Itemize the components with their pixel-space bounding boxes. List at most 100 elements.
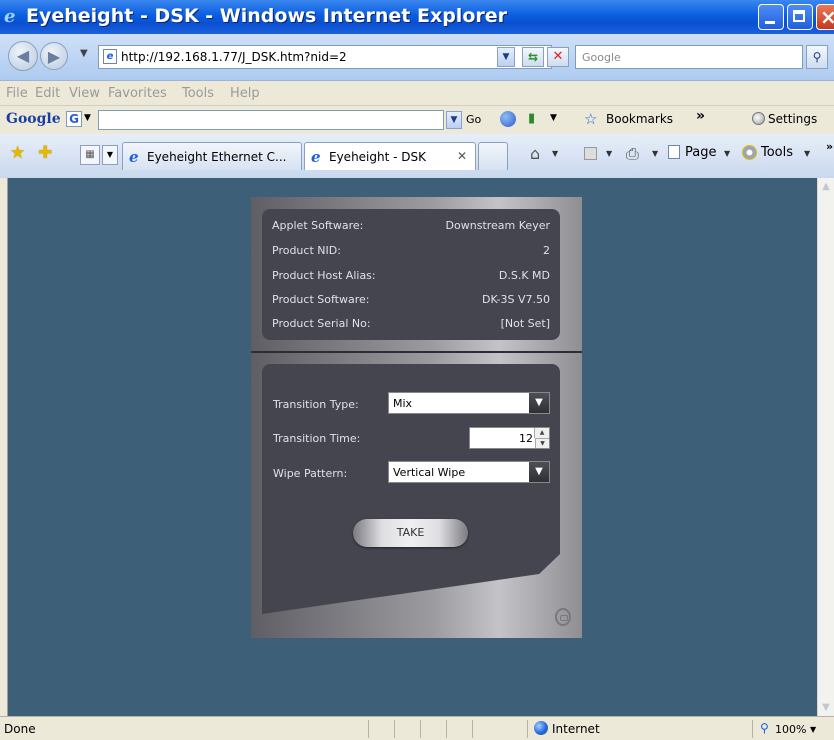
window-title: Eyeheight - DSK - Windows Internet Explo…	[26, 5, 507, 27]
security-zone: Internet	[552, 722, 600, 736]
search-button[interactable]: ⚲	[806, 45, 828, 69]
wipe-pattern-value: Vertical Wipe	[393, 466, 466, 479]
search-input[interactable]: Google	[575, 45, 803, 69]
home-dropdown-icon[interactable]: ▼	[552, 149, 558, 158]
menu-favorites[interactable]: Favorites	[108, 86, 167, 101]
panel-divider	[251, 351, 582, 353]
bookmarks-star-icon: ☆	[584, 110, 598, 128]
zoom-level[interactable]: 100%	[775, 723, 806, 736]
google-search-input[interactable]	[98, 110, 444, 130]
stop-button[interactable]: ✕	[547, 47, 569, 67]
home-icon[interactable]: ⌂	[530, 144, 540, 163]
tab-label: Eyeheight Ethernet C...	[147, 150, 287, 164]
close-tab-icon[interactable]: ✕	[457, 149, 467, 163]
status-separator	[394, 720, 395, 738]
info-label: Product NID:	[272, 244, 341, 257]
tab-label: Eyeheight - DSK	[329, 150, 427, 164]
google-search-dropdown[interactable]: ▼	[446, 111, 462, 129]
info-label: Product Software:	[272, 293, 370, 306]
settings-button[interactable]: Settings	[768, 112, 817, 126]
add-favorite-icon[interactable]: ✚	[38, 143, 52, 163]
tab-eyeheight-dsk[interactable]: e Eyeheight - DSK ✕	[304, 142, 476, 170]
status-bar: Done Internet ⚲ 100% ▼	[0, 716, 834, 740]
tab-row: ★ ✚ ▦ ▼ e Eyeheight Ethernet C... e Eyeh…	[0, 134, 834, 179]
vertical-scrollbar[interactable]: ▲ ▼	[817, 178, 834, 716]
status-text: Done	[4, 722, 36, 736]
menu-edit[interactable]: Edit	[35, 86, 60, 101]
transition-time-label: Transition Time:	[273, 432, 361, 445]
print-icon[interactable]: ⎙	[626, 144, 639, 164]
google-search-icon[interactable]	[500, 111, 516, 127]
menu-tools[interactable]: Tools	[182, 86, 214, 101]
address-url: http://192.168.1.77/J_DSK.htm?nid=2	[121, 50, 347, 64]
wipe-pattern-label: Wipe Pattern:	[273, 467, 348, 480]
google-menu-icon[interactable]: G	[66, 111, 82, 127]
address-field[interactable]: e http://192.168.1.77/J_DSK.htm?nid=2	[98, 45, 552, 69]
google-menu-dropdown-icon[interactable]: ▼	[84, 113, 91, 123]
feeds-icon[interactable]	[584, 147, 597, 160]
menu-view[interactable]: View	[69, 86, 100, 101]
status-separator	[527, 720, 528, 738]
bookmarks-button[interactable]: Bookmarks	[606, 112, 673, 126]
scroll-down-icon[interactable]: ▼	[818, 699, 834, 716]
page-dropdown-icon[interactable]: ▼	[724, 149, 730, 158]
stepper-up-icon[interactable]: ▲	[534, 428, 549, 438]
new-tab-button[interactable]	[478, 142, 508, 170]
print-dropdown-icon[interactable]: ▼	[652, 149, 658, 158]
transition-type-label: Transition Type:	[273, 398, 359, 411]
stop-icon: ✕	[552, 49, 564, 64]
menu-file[interactable]: File	[6, 86, 28, 101]
zoom-icon[interactable]: ⚲	[760, 721, 769, 735]
scroll-up-icon[interactable]: ▲	[818, 178, 834, 195]
info-row-product-software: Product Software: DK-3S V7.50	[272, 293, 550, 309]
info-row-product-nid: Product NID: 2	[272, 244, 550, 260]
transition-type-select[interactable]: Mix ▼	[388, 392, 550, 414]
address-row: ◀ ▶ ▼ e http://192.168.1.77/J_DSK.htm?ni…	[0, 34, 834, 81]
ie-logo-icon: e	[129, 148, 139, 166]
forward-arrow-icon: ▶	[47, 47, 61, 66]
star-icon[interactable]: ★	[10, 143, 25, 163]
info-label: Product Serial No:	[272, 317, 371, 330]
menu-bar: File Edit View Favorites Tools Help	[0, 81, 834, 106]
minimize-button[interactable]	[758, 4, 784, 30]
eyeheight-logo-icon	[555, 608, 571, 626]
pagerank-dropdown-icon[interactable]: ▼	[550, 113, 557, 123]
feeds-dropdown-icon[interactable]: ▼	[606, 149, 612, 158]
google-go-button[interactable]: Go	[466, 113, 481, 126]
transition-time-stepper[interactable]: 12 ▲ ▼	[469, 427, 550, 449]
tab-list-button[interactable]: ▼	[102, 145, 118, 165]
stepper-down-icon[interactable]: ▼	[535, 438, 549, 448]
transition-type-value: Mix	[393, 397, 413, 410]
zoom-dropdown-icon[interactable]: ▼	[810, 725, 816, 734]
status-separator	[446, 720, 447, 738]
chevron-down-icon[interactable]: ▼	[529, 462, 549, 482]
quick-tabs-button[interactable]: ▦	[80, 145, 100, 165]
status-separator	[420, 720, 421, 738]
info-label: Product Host Alias:	[272, 269, 376, 282]
refresh-button[interactable]: ⇆	[522, 47, 544, 67]
wipe-pattern-select[interactable]: Vertical Wipe ▼	[388, 461, 550, 483]
tab-eyeheight-ethernet[interactable]: e Eyeheight Ethernet C...	[122, 142, 302, 170]
take-button[interactable]: TAKE	[353, 519, 468, 547]
forward-button[interactable]: ▶	[40, 42, 68, 70]
globe-icon	[534, 721, 548, 735]
page-icon	[668, 145, 680, 159]
info-value: D.S.K MD	[498, 269, 550, 282]
close-button[interactable]: ×	[816, 4, 834, 30]
search-placeholder: Google	[582, 51, 621, 64]
history-dropdown-icon[interactable]: ▼	[80, 48, 88, 59]
back-button[interactable]: ◀	[8, 41, 38, 71]
menu-help[interactable]: Help	[230, 86, 260, 101]
info-value: Downstream Keyer	[445, 219, 550, 232]
toolbar-more-icon[interactable]: »	[696, 108, 705, 124]
status-separator	[368, 720, 369, 738]
google-logo: Google	[6, 111, 61, 127]
maximize-button[interactable]	[787, 4, 813, 30]
tools-dropdown-icon[interactable]: ▼	[804, 149, 810, 158]
command-more-icon[interactable]: »	[826, 140, 833, 153]
transition-time-value: 12	[519, 432, 533, 445]
address-dropdown-button[interactable]: ▼	[497, 47, 515, 67]
chevron-down-icon[interactable]: ▼	[529, 393, 549, 413]
tools-menu-button[interactable]: Tools	[761, 145, 793, 160]
page-menu-button[interactable]: Page	[685, 145, 716, 160]
